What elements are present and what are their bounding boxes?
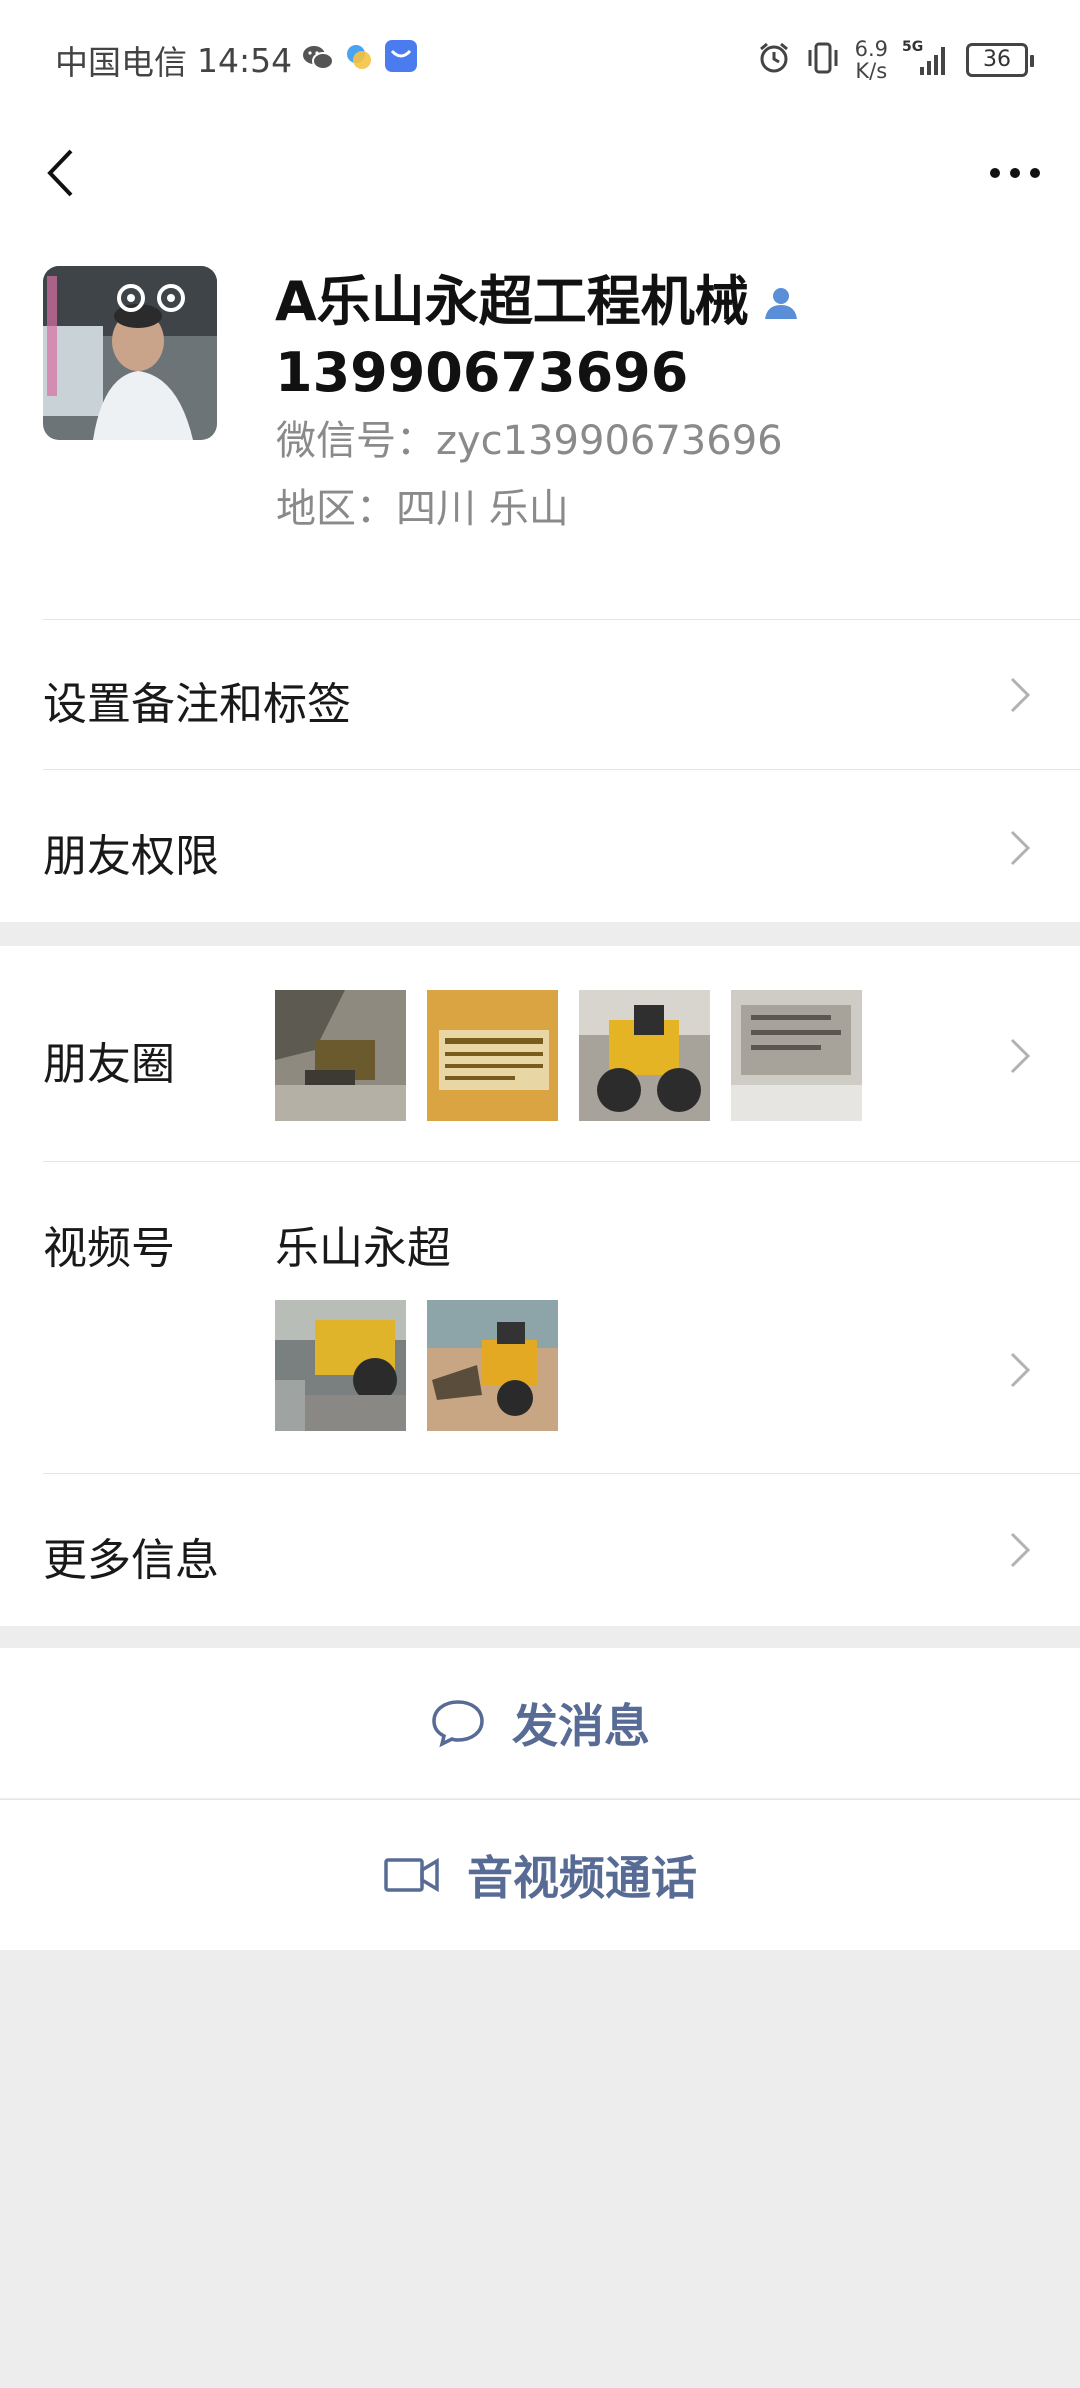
contact-name-line1: A乐山永超工程机械 [275,270,749,333]
more-info-row[interactable]: 更多信息 [0,1474,1080,1626]
chevron-right-icon [1010,1532,1031,1568]
more-dots-icon [990,168,1040,178]
alarm-icon [757,41,791,79]
back-button[interactable] [30,128,90,218]
region: 地区：四川 乐山 [276,486,569,532]
more-options-button[interactable] [980,128,1050,218]
network-speed: 6.9 K/s [855,38,888,82]
more-info-label: 更多信息 [43,1535,219,1586]
moments-photo-4 [731,990,862,1121]
moments-label: 朋友圈 [43,1039,175,1090]
remark-tags-label: 设置备注和标签 [43,679,351,730]
channels-row[interactable]: 视频号 乐山永超 [0,1162,1080,1474]
status-bar: 中国电信 14:54 6.9 K/s 5G 36 [0,0,1080,118]
chevron-left-icon [47,149,73,197]
channels-label: 视频号 [43,1223,175,1274]
moments-photo-2 [427,990,558,1121]
vibrate-icon [805,41,841,79]
video-call-label: 音视频通话 [467,1851,697,1905]
chat-bubble-icon [432,1700,484,1748]
profile-header: A乐山永超工程机械 13990673696 微信号：zyc13990673696… [0,266,1080,620]
battery-indicator: 36 [966,43,1034,77]
wechat-notification-icon [302,41,335,80]
network-type: 5G [902,39,924,55]
signal-icon: 5G [902,39,952,77]
speed-unit: K/s [855,59,888,83]
video-camera-icon [384,1857,439,1893]
clock: 14:54 [197,40,293,80]
send-message-button[interactable]: 发消息 [0,1648,1080,1798]
speed-value: 6.9 [854,37,888,61]
channels-video-1 [275,1300,406,1431]
channels-video-2 [427,1300,558,1431]
chevron-right-icon [1010,677,1031,713]
moments-row[interactable]: 朋友圈 [0,946,1080,1162]
friend-permissions-row[interactable]: 朋友权限 [0,770,1080,922]
wechat-id: 微信号：zyc13990673696 [276,418,783,464]
store-notification-icon [384,39,418,81]
top-nav [0,118,1080,266]
avatar[interactable] [43,266,217,440]
contact-name-line2: 13990673696 [275,341,689,405]
moments-photo-3 [579,990,710,1121]
carrier: 中国电信 [55,43,187,82]
contact-name: A乐山永超工程机械 13990673696 [275,268,1035,407]
status-right: 6.9 K/s 5G 36 [757,32,1034,88]
friend-permissions-label: 朋友权限 [43,831,219,882]
status-left: 中国电信 14:54 [55,36,418,84]
video-call-button[interactable]: 音视频通话 [0,1800,1080,1950]
contact-person-icon [761,271,801,339]
chevron-right-icon [1010,830,1031,866]
chevron-right-icon [1010,1038,1031,1074]
app-notification-icon [344,41,374,80]
moments-photo-1 [275,990,406,1121]
remark-tags-row[interactable]: 设置备注和标签 [0,620,1080,770]
send-message-label: 发消息 [512,1699,650,1753]
chevron-right-icon [1010,1352,1031,1388]
channels-name: 乐山永超 [275,1223,451,1274]
